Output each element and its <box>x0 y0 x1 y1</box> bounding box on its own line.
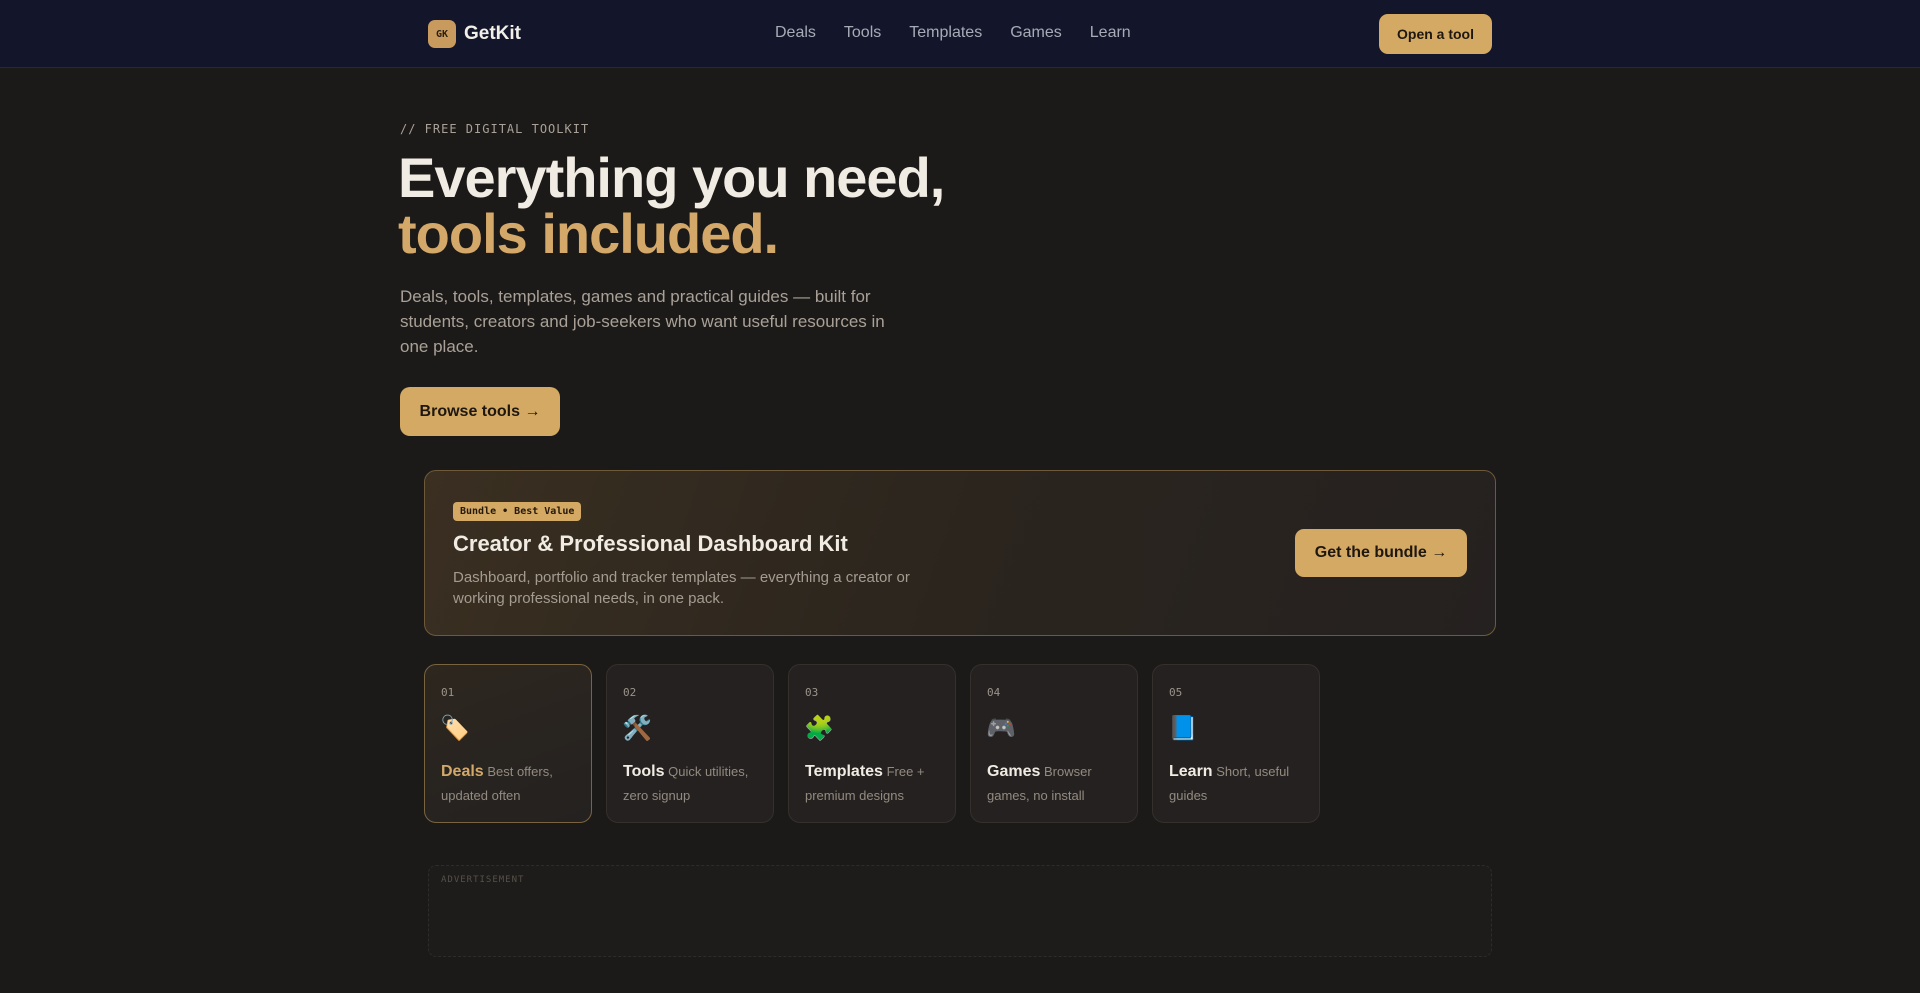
card-text: Games Browser games, no install <box>987 760 1127 808</box>
puzzle-icon: 🧩 <box>804 715 834 742</box>
gamepad-icon: 🎮 <box>986 715 1016 742</box>
card-number: 02 <box>623 686 637 699</box>
card-name: Tools <box>623 763 665 780</box>
brand-name: GetKit <box>464 23 521 44</box>
card-name: Learn <box>1169 763 1213 780</box>
nav-link-deals[interactable]: Deals <box>775 24 816 42</box>
get-bundle-button[interactable]: Get the bundle → <box>1295 529 1467 577</box>
card-name: Deals <box>441 763 484 780</box>
category-card-deals[interactable]: 01 🏷️ Deals Best offers, updated often <box>424 664 592 823</box>
card-number: 03 <box>805 686 819 699</box>
hero-title-line2: tools included. <box>398 202 779 265</box>
tag-icon: 🏷️ <box>440 715 470 742</box>
nav-link-tools[interactable]: Tools <box>844 24 881 42</box>
card-text: Learn Short, useful guides <box>1169 760 1309 808</box>
advertisement-slot: ADVERTISEMENT <box>428 865 1492 957</box>
nav-link-learn[interactable]: Learn <box>1090 24 1131 42</box>
hero-eyebrow: // FREE DIGITAL TOOLKIT <box>400 122 590 136</box>
nav-link-games[interactable]: Games <box>1010 24 1062 42</box>
category-card-tools[interactable]: 02 🛠️ Tools Quick utilities, zero signup <box>606 664 774 823</box>
brand-logo[interactable]: GK GetKit <box>428 20 521 48</box>
card-name: Templates <box>805 763 883 780</box>
bundle-badge: Bundle • Best Value <box>453 502 582 521</box>
bundle-description: Dashboard, portfolio and tracker templat… <box>453 569 910 607</box>
card-text: Tools Quick utilities, zero signup <box>623 760 763 808</box>
hero-title: Everything you need, tools included. <box>398 146 945 265</box>
hero-title-line1: Everything you need, <box>398 146 945 209</box>
nav-links: Deals Tools Templates Games Learn <box>775 24 1131 42</box>
card-number: 04 <box>987 686 1001 699</box>
card-text: Deals Best offers, updated often <box>441 760 581 808</box>
card-number: 05 <box>1169 686 1183 699</box>
book-icon: 📘 <box>1168 715 1198 742</box>
tools-icon: 🛠️ <box>622 715 652 742</box>
advertisement-label: ADVERTISEMENT <box>441 875 525 885</box>
logo-badge: GK <box>428 20 456 48</box>
bundle-title: Creator & Professional Dashboard Kit <box>453 531 848 556</box>
browse-tools-button[interactable]: Browse tools → <box>400 387 560 436</box>
category-card-games[interactable]: 04 🎮 Games Browser games, no install <box>970 664 1138 823</box>
category-cards: 01 🏷️ Deals Best offers, updated often 0… <box>424 664 1320 823</box>
category-card-learn[interactable]: 05 📘 Learn Short, useful guides <box>1152 664 1320 823</box>
nav-link-templates[interactable]: Templates <box>909 24 982 42</box>
top-nav: GK GetKit Deals Tools Templates Games Le… <box>0 0 1920 68</box>
card-name: Games <box>987 763 1041 780</box>
bundle-banner: Bundle • Best Value Creator & Profession… <box>424 470 1496 636</box>
open-tool-button[interactable]: Open a tool <box>1379 14 1492 54</box>
hero-description: Deals, tools, templates, games and pract… <box>400 287 885 356</box>
card-number: 01 <box>441 686 455 699</box>
card-text: Templates Free + premium designs <box>805 760 945 808</box>
category-card-templates[interactable]: 03 🧩 Templates Free + premium designs <box>788 664 956 823</box>
